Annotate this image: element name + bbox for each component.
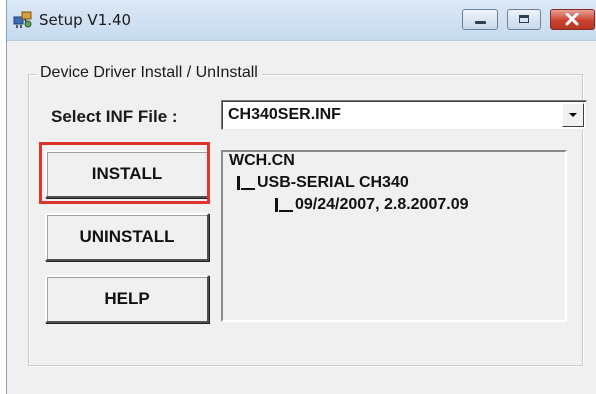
groupbox-label: Device Driver Install / UnInstall — [36, 64, 262, 82]
driver-device: USB-SERIAL CH340 — [257, 174, 409, 191]
uninstall-button[interactable]: UNINSTALL — [45, 213, 209, 261]
dropdown-arrow-icon[interactable] — [562, 103, 584, 127]
minimize-icon — [475, 21, 486, 24]
setup-app-icon — [13, 11, 32, 28]
install-highlight-box — [39, 142, 210, 204]
inf-file-value: CH340SER.INF — [228, 106, 341, 123]
tree-connector-icon — [241, 188, 255, 190]
maximize-button[interactable] — [507, 9, 541, 30]
driver-version: 09/24/2007, 2.8.2007.09 — [295, 196, 469, 213]
inf-file-label: Select INF File : — [51, 107, 178, 126]
inf-file-select[interactable]: CH340SER.INF — [221, 100, 587, 130]
tree-connector-icon — [237, 176, 240, 190]
window-title: Setup V1.40 — [39, 11, 132, 29]
tree-connector-icon — [279, 210, 293, 212]
close-button[interactable] — [550, 9, 595, 30]
maximize-icon — [519, 15, 529, 23]
driver-info-panel: WCH.CN USB-SERIAL CH340 09/24/2007, 2.8.… — [221, 150, 567, 322]
close-icon — [565, 13, 579, 26]
tree-connector-icon — [275, 198, 278, 212]
minimize-button[interactable] — [462, 9, 498, 30]
driver-vendor: WCH.CN — [229, 152, 295, 169]
help-button[interactable]: HELP — [45, 275, 209, 323]
title-bar[interactable]: Setup V1.40 — [7, 0, 596, 41]
